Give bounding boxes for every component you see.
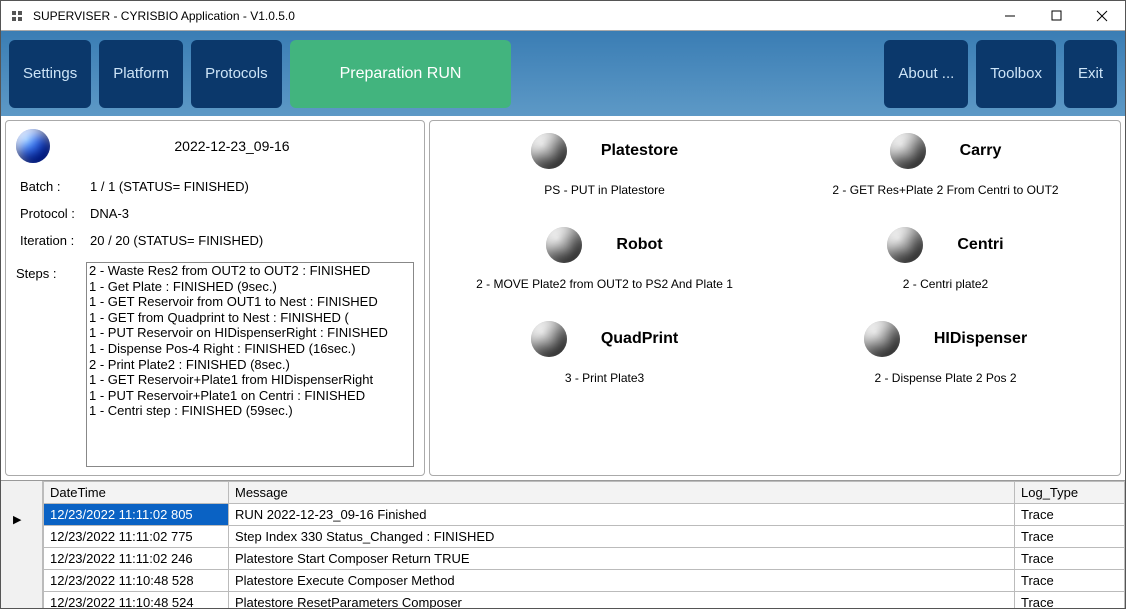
- device-name: QuadPrint: [601, 330, 678, 348]
- device-status: 2 - MOVE Plate2 from OUT2 to PS2 And Pla…: [476, 277, 733, 307]
- device-cell: QuadPrint 3 - Print Plate3: [436, 317, 773, 405]
- batch-label: Batch :: [20, 179, 90, 194]
- device-name: Platestore: [601, 142, 678, 160]
- log-row[interactable]: 12/23/2022 11:10:48 524Platestore ResetP…: [44, 592, 1125, 609]
- protocol-label: Protocol :: [20, 206, 90, 221]
- step-item[interactable]: 2 - Waste Res2 from OUT2 to OUT2 : FINIS…: [87, 263, 413, 279]
- device-status: 2 - GET Res+Plate 2 From Centri to OUT2: [832, 183, 1058, 213]
- step-item[interactable]: 1 - Get Plate : FINISHED (9sec.): [87, 279, 413, 295]
- log-row[interactable]: 12/23/2022 11:11:02 805RUN 2022-12-23_09…: [44, 504, 1125, 526]
- step-item[interactable]: 1 - PUT Reservoir+Plate1 on Centri : FIN…: [87, 388, 413, 404]
- run-info-panel: 2022-12-23_09-16 Batch :1 / 1 (STATUS= F…: [5, 120, 425, 476]
- device-status-icon: [531, 133, 567, 169]
- device-cell: Centri 2 - Centri plate2: [777, 223, 1114, 311]
- preparation-run-button[interactable]: Preparation RUN: [290, 40, 512, 108]
- step-item[interactable]: 1 - PUT Reservoir on HIDispenserRight : …: [87, 325, 413, 341]
- device-name: Centri: [957, 236, 1003, 254]
- title-bar: SUPERVISER - CYRISBIO Application - V1.0…: [1, 1, 1125, 31]
- step-item[interactable]: 1 - GET from Quadprint to Nest : FINISHE…: [87, 310, 413, 326]
- minimize-button[interactable]: [987, 1, 1033, 31]
- device-cell: HIDispenser 2 - Dispense Plate 2 Pos 2: [777, 317, 1114, 405]
- menu-bar: Settings Platform Protocols Preparation …: [1, 31, 1125, 116]
- step-item[interactable]: 1 - GET Reservoir+Plate1 from HIDispense…: [87, 372, 413, 388]
- log-row[interactable]: 12/23/2022 11:11:02 775Step Index 330 St…: [44, 526, 1125, 548]
- step-item[interactable]: 2 - Print Plate2 : FINISHED (8sec.): [87, 357, 413, 373]
- device-status-icon: [887, 227, 923, 263]
- step-item[interactable]: 1 - Dispense Pos-4 Right : FINISHED (16s…: [87, 341, 413, 357]
- app-icon: [9, 8, 25, 24]
- device-status: PS - PUT in Platestore: [544, 183, 665, 213]
- log-cell-type: Trace: [1015, 504, 1125, 526]
- app-window: SUPERVISER - CYRISBIO Application - V1.0…: [0, 0, 1126, 609]
- run-timestamp: 2022-12-23_09-16: [50, 138, 414, 154]
- steps-listbox[interactable]: 2 - Waste Res2 from OUT2 to OUT2 : FINIS…: [86, 262, 414, 467]
- log-cell-datetime: 12/23/2022 11:11:02 775: [44, 526, 229, 548]
- current-row-marker-icon: ▶: [13, 513, 21, 526]
- device-cell: Platestore PS - PUT in Platestore: [436, 129, 773, 217]
- log-cell-datetime: 12/23/2022 11:11:02 805: [44, 504, 229, 526]
- device-name: Carry: [960, 142, 1002, 160]
- device-status: 3 - Print Plate3: [565, 371, 644, 401]
- log-cell-type: Trace: [1015, 570, 1125, 592]
- device-cell: Robot 2 - MOVE Plate2 from OUT2 to PS2 An…: [436, 223, 773, 311]
- device-status-icon: [890, 133, 926, 169]
- close-button[interactable]: [1079, 1, 1125, 31]
- log-row[interactable]: 12/23/2022 11:10:48 528Platestore Execut…: [44, 570, 1125, 592]
- window-title: SUPERVISER - CYRISBIO Application - V1.0…: [33, 9, 295, 23]
- log-col-type[interactable]: Log_Type: [1015, 482, 1125, 504]
- device-status-icon: [546, 227, 582, 263]
- iteration-value: 20 / 20 (STATUS= FINISHED): [90, 233, 263, 248]
- device-name: HIDispenser: [934, 330, 1027, 348]
- log-cell-type: Trace: [1015, 526, 1125, 548]
- step-item[interactable]: 1 - Centri step : FINISHED (59sec.): [87, 403, 413, 419]
- log-col-datetime[interactable]: DateTime: [44, 482, 229, 504]
- maximize-button[interactable]: [1033, 1, 1079, 31]
- exit-button[interactable]: Exit: [1064, 40, 1117, 108]
- log-cell-message: Platestore Start Composer Return TRUE: [229, 548, 1015, 570]
- device-status-icon: [864, 321, 900, 357]
- log-cell-type: Trace: [1015, 548, 1125, 570]
- device-cell: Carry 2 - GET Res+Plate 2 From Centri to …: [777, 129, 1114, 217]
- batch-value: 1 / 1 (STATUS= FINISHED): [90, 179, 249, 194]
- iteration-label: Iteration :: [20, 233, 90, 248]
- log-panel: ▶ DateTime Message Log_Type 12/23/2022 1…: [1, 480, 1125, 608]
- devices-panel: Platestore PS - PUT in Platestore Carry 2 -…: [429, 120, 1121, 476]
- log-cell-message: Platestore ResetParameters Composer: [229, 592, 1015, 609]
- row-header-gutter: [1, 481, 43, 608]
- log-cell-message: Platestore Execute Composer Method: [229, 570, 1015, 592]
- log-cell-message: Step Index 330 Status_Changed : FINISHED: [229, 526, 1015, 548]
- log-col-message[interactable]: Message: [229, 482, 1015, 504]
- log-cell-type: Trace: [1015, 592, 1125, 609]
- device-name: Robot: [616, 236, 662, 254]
- protocol-value: DNA-3: [90, 206, 129, 221]
- about-button[interactable]: About ...: [884, 40, 968, 108]
- log-cell-datetime: 12/23/2022 11:11:02 246: [44, 548, 229, 570]
- device-status: 2 - Centri plate2: [903, 277, 988, 307]
- steps-label: Steps :: [16, 262, 86, 467]
- log-table: DateTime Message Log_Type 12/23/2022 11:…: [43, 481, 1125, 608]
- device-status: 2 - Dispense Plate 2 Pos 2: [874, 371, 1016, 401]
- step-item[interactable]: 1 - GET Reservoir from OUT1 to Nest : FI…: [87, 294, 413, 310]
- protocols-button[interactable]: Protocols: [191, 40, 282, 108]
- device-status-icon: [531, 321, 567, 357]
- log-cell-datetime: 12/23/2022 11:10:48 528: [44, 570, 229, 592]
- platform-button[interactable]: Platform: [99, 40, 183, 108]
- run-status-icon: [16, 129, 50, 163]
- toolbox-button[interactable]: Toolbox: [976, 40, 1056, 108]
- log-cell-message: RUN 2022-12-23_09-16 Finished: [229, 504, 1015, 526]
- settings-button[interactable]: Settings: [9, 40, 91, 108]
- log-cell-datetime: 12/23/2022 11:10:48 524: [44, 592, 229, 609]
- log-table-scroll[interactable]: DateTime Message Log_Type 12/23/2022 11:…: [43, 481, 1125, 608]
- log-row[interactable]: 12/23/2022 11:11:02 246Platestore Start …: [44, 548, 1125, 570]
